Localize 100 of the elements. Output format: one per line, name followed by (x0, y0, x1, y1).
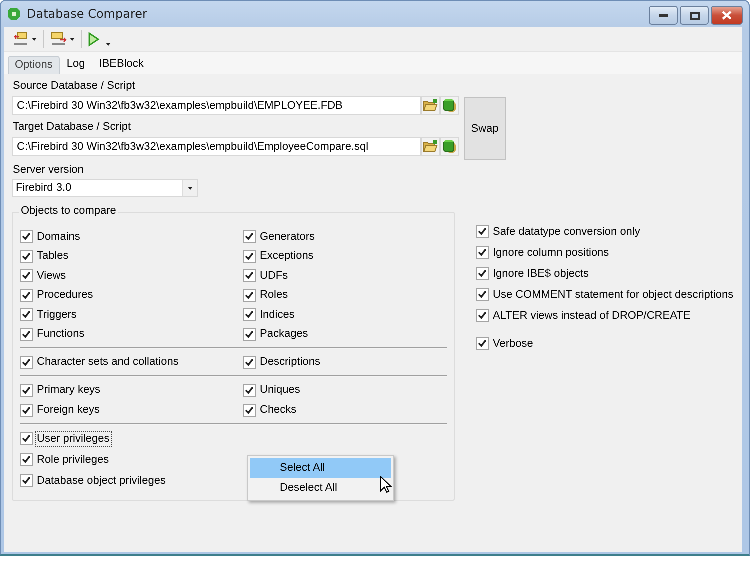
caret-icon (70, 38, 75, 40)
checkbox[interactable] (20, 356, 33, 368)
checkbox[interactable] (243, 356, 256, 368)
checkbox-label[interactable]: Triggers (35, 306, 79, 323)
checkmark-icon (22, 455, 31, 464)
server-version-dropdown[interactable]: Firebird 3.0 (12, 179, 198, 197)
minimize-button[interactable] (649, 6, 678, 25)
database-icon[interactable] (442, 98, 456, 113)
checkbox[interactable] (476, 225, 489, 238)
checkbox-label[interactable]: Primary keys (35, 382, 103, 398)
checkmark-icon (245, 290, 254, 300)
checkbox-label[interactable]: Role privileges (35, 452, 112, 468)
tab[interactable]: Log (60, 55, 92, 74)
checkbox[interactable] (243, 250, 256, 263)
checkbox[interactable] (476, 267, 489, 280)
checkbox[interactable] (20, 432, 33, 445)
close-button[interactable] (711, 6, 743, 25)
checkmark-icon (478, 311, 487, 320)
close-icon (722, 11, 732, 20)
maximize-icon (690, 12, 700, 20)
checkbox-label[interactable]: Checks (258, 402, 299, 418)
checkbox-label[interactable]: Tables (35, 248, 71, 264)
checkbox[interactable] (243, 269, 256, 282)
checkbox-label[interactable]: Views (35, 268, 68, 284)
checkbox[interactable] (20, 328, 33, 341)
dropdown-arrow-icon (188, 186, 192, 190)
checkmark-icon (22, 232, 31, 242)
checkbox[interactable] (20, 404, 33, 416)
checkbox[interactable] (20, 474, 33, 487)
checkbox[interactable] (20, 308, 33, 322)
checkmark-icon (22, 358, 31, 366)
checkmark-icon (245, 386, 254, 394)
checkbox-label[interactable]: Database object privileges (35, 472, 168, 488)
checkbox-label[interactable]: ALTER views instead of DROP/CREATE (491, 308, 693, 324)
menu-item[interactable]: Select All (250, 458, 391, 478)
source-path-field[interactable]: C:\Firebird 30 Win32\fb3w32\examples\empbuild\EMPLOYEE.FDB (12, 96, 421, 115)
checkbox-label[interactable]: Use COMMENT statement for object descriptions (491, 286, 736, 302)
checkbox-label[interactable]: Domains (35, 228, 82, 245)
database-icon[interactable] (442, 139, 456, 154)
open-folder-icon[interactable] (423, 99, 438, 112)
checkbox[interactable] (476, 337, 489, 350)
caret-icon (106, 43, 111, 46)
checkbox[interactable] (476, 246, 489, 259)
checkmark-icon (22, 290, 31, 300)
checkbox[interactable] (20, 288, 33, 302)
folder-icon (50, 31, 68, 47)
checkbox-label[interactable]: Uniques (258, 382, 302, 398)
window-title: Database Comparer (27, 7, 148, 21)
checkmark-icon (245, 252, 254, 261)
checkbox-label[interactable]: Procedures (35, 287, 96, 304)
checkbox[interactable] (20, 269, 33, 282)
checkbox-label[interactable]: UDFs (258, 268, 290, 284)
maximize-button[interactable] (680, 6, 709, 25)
checkbox-label[interactable]: Exceptions (258, 248, 316, 264)
tab[interactable]: Options (8, 56, 60, 74)
caret-icon (32, 38, 37, 40)
swap-button[interactable]: Swap (464, 97, 506, 160)
checkbox[interactable] (243, 404, 256, 416)
checkbox-label[interactable]: User privileges (35, 430, 112, 446)
checkbox-label[interactable]: Verbose (491, 336, 536, 352)
checkbox[interactable] (20, 453, 33, 466)
target-path-field[interactable]: C:\Firebird 30 Win32\fb3w32\examples\empbuild\EmployeeCompare.sql (12, 137, 421, 156)
checkbox-label[interactable]: Foreign keys (35, 402, 102, 418)
tab[interactable]: IBEBlock (92, 55, 151, 74)
checkbox-label[interactable]: Ignore column positions (491, 244, 612, 260)
checkbox[interactable] (20, 384, 33, 396)
checkbox[interactable] (243, 328, 256, 341)
folder-icon (12, 31, 30, 47)
checkbox-label[interactable]: Roles (258, 287, 290, 304)
checkbox[interactable] (243, 384, 256, 396)
checkbox-label[interactable]: Character sets and collations (35, 354, 181, 370)
checkmark-icon (245, 271, 254, 280)
checkbox[interactable] (20, 250, 33, 263)
open-folder-icon[interactable] (423, 140, 438, 153)
checkbox[interactable] (243, 288, 256, 302)
checkmark-icon (22, 386, 31, 394)
checkbox[interactable] (20, 230, 33, 244)
checkbox-label[interactable]: Packages (258, 326, 310, 342)
checkmark-icon (22, 434, 31, 443)
checkbox-label[interactable]: Indices (258, 306, 297, 323)
checkmark-icon (22, 252, 31, 261)
checkbox-label[interactable]: Ignore IBE$ objects (491, 266, 592, 282)
play-icon (88, 32, 100, 46)
checkmark-icon (22, 310, 31, 320)
checkbox[interactable] (243, 230, 256, 244)
field-label: Target Database / Script (13, 121, 132, 133)
checkmark-icon (478, 227, 487, 236)
checkbox-label[interactable]: Generators (258, 228, 318, 245)
minimize-icon (659, 14, 668, 17)
checkbox-label[interactable]: Descriptions (258, 354, 323, 370)
checkbox[interactable] (476, 309, 489, 322)
checkbox-label[interactable]: Functions (35, 326, 87, 342)
field-label: Server version (13, 164, 85, 176)
checkbox[interactable] (476, 288, 489, 301)
checkbox-label[interactable]: Safe datatype conversion only (491, 224, 642, 240)
checkbox[interactable] (243, 308, 256, 322)
checkmark-icon (478, 339, 487, 348)
checkmark-icon (22, 330, 31, 339)
field-label: Source Database / Script (13, 80, 136, 92)
checkmark-icon (245, 310, 254, 320)
